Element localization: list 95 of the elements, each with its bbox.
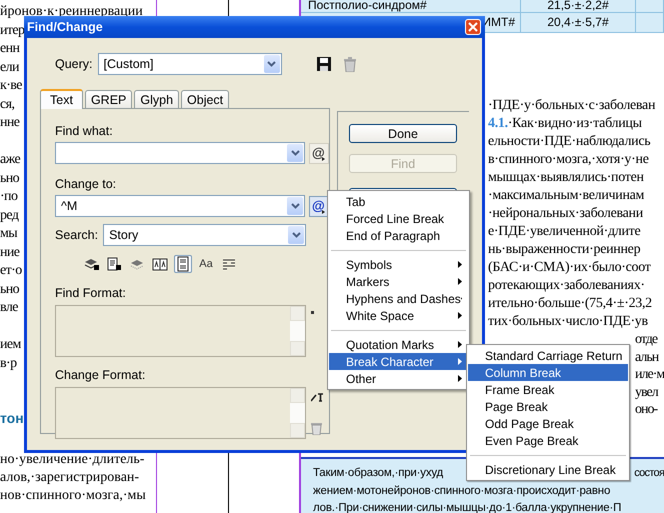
body-text: (БАС·и·СМА)·их·было·соот	[488, 259, 652, 277]
body-text: ьно	[0, 170, 20, 188]
body-text: ет·о	[0, 262, 22, 280]
dropdown-button[interactable]	[264, 55, 280, 73]
body-text: тих·больных·число·ПДЕ·ув	[488, 313, 649, 331]
dropdown-button[interactable]	[287, 197, 304, 215]
body-text: нов·спинного·мозга,·мы	[0, 487, 146, 505]
footnotes-icon[interactable]	[174, 255, 192, 273]
dropdown-button[interactable]	[287, 144, 304, 162]
body-text: жением·мотонейронов·спинного·мозга·происходит·равно	[313, 484, 612, 498]
body-text: ительно·больше·(75,4·±·23,2	[488, 295, 653, 313]
body-text: аже	[0, 151, 22, 169]
menu-item[interactable]: Break Character	[329, 353, 468, 370]
menu-item[interactable]: Tab	[329, 193, 468, 210]
menu-item[interactable]: End of Paragraph	[329, 227, 468, 244]
menu-item[interactable]: Forced Line Break	[329, 210, 468, 227]
body-text: состоя	[634, 466, 664, 481]
tab[interactable]: GREP	[84, 90, 132, 108]
body-text: йронов·к·реиннервации	[0, 3, 143, 21]
table-cell: 21,5·±·2,2#	[521, 0, 636, 12]
body-text: ред	[0, 206, 20, 224]
menu-item[interactable]: Standard Carriage Return	[468, 347, 628, 364]
query-dropdown[interactable]: [Custom]	[98, 53, 282, 75]
query-label: Query:	[55, 57, 93, 71]
body-text: но·увеличение·длитель-	[0, 451, 144, 469]
find-what-label: Find what:	[55, 124, 114, 138]
locked-stories-icon[interactable]	[105, 255, 123, 273]
section-heading: тон	[0, 409, 24, 427]
find-format-label: Find Format:	[55, 286, 127, 300]
save-icon[interactable]	[316, 56, 331, 70]
tab[interactable]: Text	[40, 89, 83, 109]
menu-item[interactable]: Frame Break	[468, 381, 628, 398]
body-text: нне	[0, 114, 20, 132]
change-to-label: Change to:	[55, 177, 118, 191]
body-text: мышцах·выявлялись·потен	[488, 169, 645, 187]
body-text: 4.1.·Как·видно·из·таблицы	[488, 115, 643, 133]
body-text: увел	[635, 384, 660, 401]
menu-item[interactable]: Hyphens and Dashes	[329, 290, 468, 307]
special-characters-button[interactable]: @	[309, 142, 329, 164]
body-text: ·по	[0, 188, 18, 206]
chevron-down-icon	[292, 232, 301, 238]
dropdown-button[interactable]	[288, 226, 304, 244]
body-text: ьно	[0, 280, 20, 298]
body-text: отде	[635, 331, 659, 348]
tab[interactable]: Object	[181, 90, 230, 108]
chevron-down-icon	[290, 202, 300, 210]
search-label: Search:	[55, 228, 98, 242]
menu-item[interactable]: Markers	[329, 273, 468, 290]
special-characters-button[interactable]: @	[309, 196, 329, 216]
dialog-button[interactable]: Done	[349, 124, 457, 143]
window-title: Find/Change	[27, 20, 103, 34]
body-text: оно-	[635, 401, 659, 418]
format-icon[interactable]	[311, 393, 325, 402]
body-text: енн	[0, 40, 21, 58]
menu-item[interactable]: Symbols	[329, 256, 468, 273]
body-text: ·ПДЕ·у·больных·с·заболеван	[488, 97, 656, 115]
body-text: нь·выраженности·реиннер	[488, 241, 642, 259]
body-text: мы	[0, 225, 18, 243]
chevron-down-icon	[267, 60, 276, 68]
body-text: вле	[0, 299, 19, 317]
body-text: е·ПДЕ·увеличенной·длите	[488, 223, 642, 241]
body-text: ние	[0, 244, 20, 262]
menu-item[interactable]: Other	[329, 370, 468, 387]
change-format-label: Change Format:	[55, 368, 146, 382]
chevron-down-icon	[290, 150, 300, 156]
body-text: ся,	[0, 96, 16, 114]
table-cell: 20,4·±·5,7#	[521, 13, 636, 32]
search-dropdown[interactable]: Story	[103, 224, 306, 246]
menu-item[interactable]: Column Break	[468, 364, 628, 381]
body-text: в·спинного·мозга,·хотя·у·не	[488, 151, 650, 169]
change-to-field[interactable]: ^M	[55, 195, 306, 217]
tab[interactable]: Glyph	[134, 90, 180, 108]
menu-item[interactable]: Quotation Marks	[329, 336, 468, 353]
body-text: итер	[0, 22, 24, 40]
menu-item[interactable]: White Space	[329, 307, 468, 324]
body-text: Таким·образом,·при·ухуд	[313, 466, 444, 481]
body-text: ротекающих·заболеваниях·	[488, 277, 646, 295]
body-text: альн	[635, 348, 660, 366]
table-cell: Постполио-синдром#	[301, 0, 521, 12]
body-text: иле·м	[635, 366, 664, 384]
menu-item[interactable]: Even Page Break	[468, 432, 628, 449]
body-text: ·нейрональных·заболевани	[488, 205, 644, 223]
body-text: ием	[0, 336, 21, 354]
menu-item[interactable]: Page Break	[468, 398, 628, 415]
body-text: в·р	[0, 354, 18, 372]
body-text: ельности·ПДЕ·наблюдались	[488, 133, 652, 151]
find-what-field[interactable]	[55, 142, 306, 164]
case-sensitive-icon[interactable]: Aa	[197, 255, 215, 273]
body-text: к·ве	[0, 77, 23, 95]
body-text: алов,·зарегистрирован-	[0, 469, 140, 487]
body-text: ·максимальным·величинам	[488, 187, 646, 205]
menu-item[interactable]: Discretionary Line Break	[468, 461, 628, 478]
body-text: ели	[0, 58, 20, 76]
menu-item[interactable]: Odd Page Break	[468, 415, 628, 432]
close-button[interactable]	[465, 19, 481, 35]
